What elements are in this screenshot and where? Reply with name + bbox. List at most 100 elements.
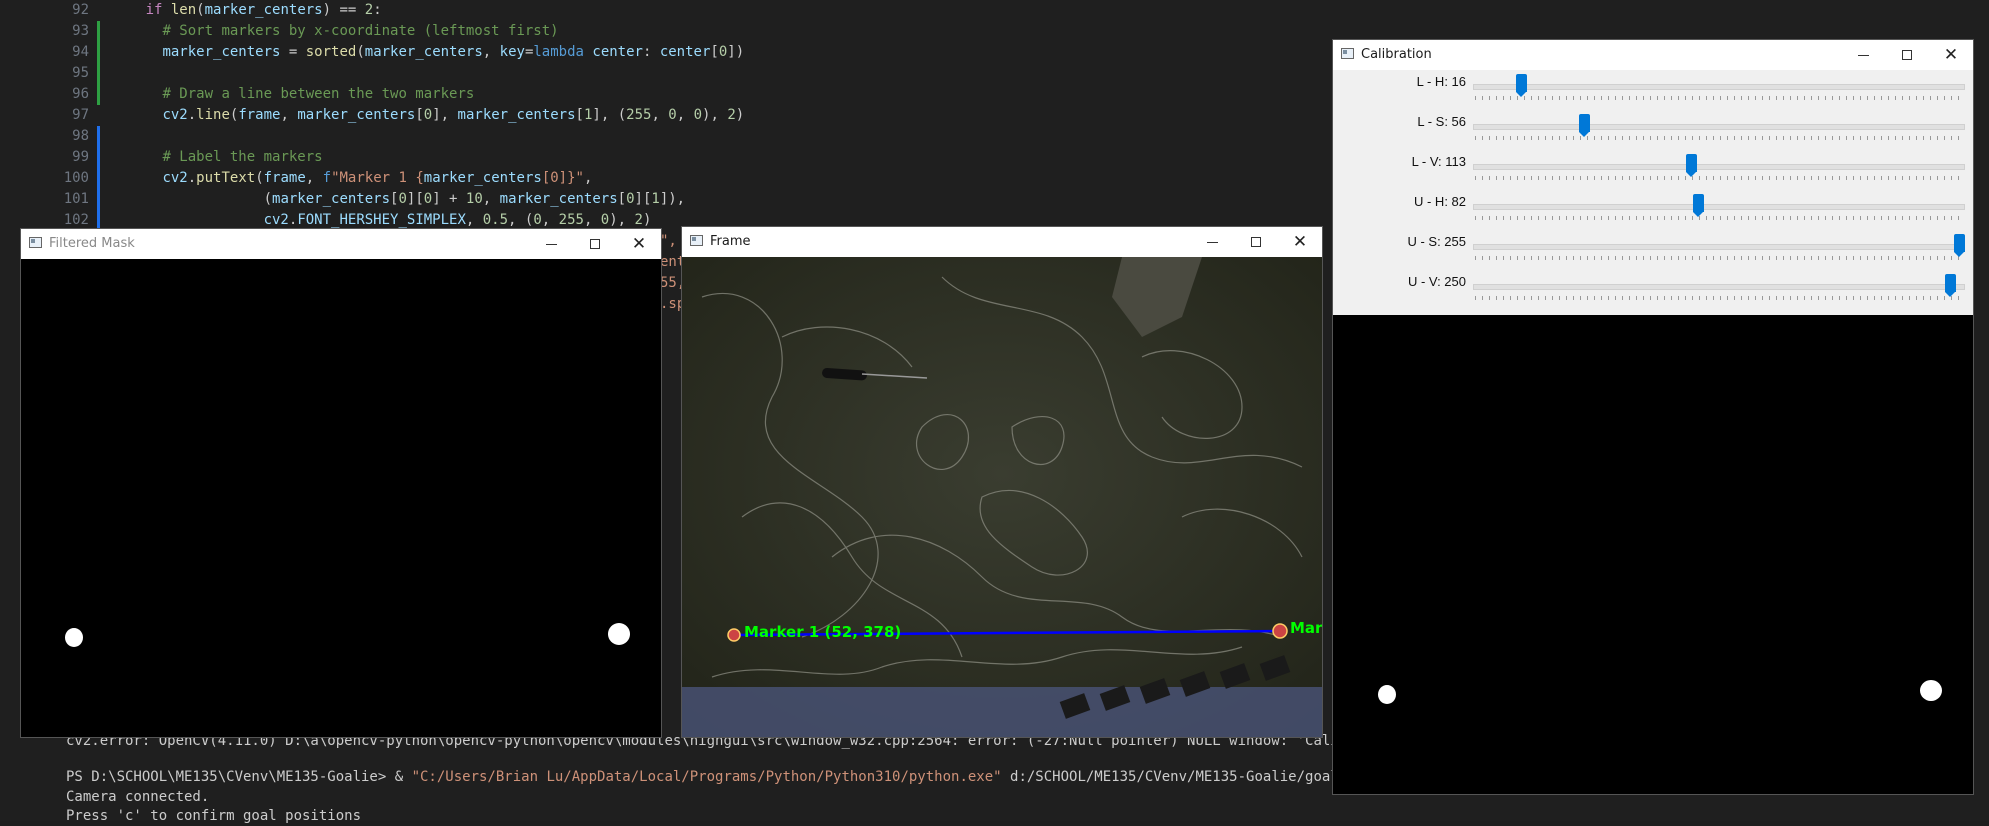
mask-image xyxy=(21,259,661,737)
keyboard-edge xyxy=(682,687,1322,737)
code-token: frame xyxy=(238,107,281,123)
code-lines[interactable]: if len(marker_centers) == 2: # Sort mark… xyxy=(95,0,745,231)
code-line[interactable] xyxy=(95,126,744,147)
trackbar-thumb[interactable] xyxy=(1686,154,1697,177)
code-token: : xyxy=(373,2,382,18)
code-token: marker_centers xyxy=(162,44,281,60)
code-token: ]), xyxy=(659,191,686,207)
code-line[interactable]: cv2.line(frame, marker_centers[0], marke… xyxy=(95,105,744,126)
code-token: , xyxy=(541,212,559,228)
code-token: 10 xyxy=(465,191,483,207)
trackbar-track[interactable] xyxy=(1473,124,1965,130)
code-token: , xyxy=(583,170,593,186)
code-token: marker_centers xyxy=(499,191,618,207)
code-token: ), xyxy=(702,107,728,123)
code-line[interactable]: # Sort markers by x-coordinate (leftmost… xyxy=(95,21,744,42)
marker-2-dot xyxy=(1272,623,1288,639)
line-number: 99 xyxy=(72,149,89,165)
trackbar-label: L - V: 113 xyxy=(1411,154,1466,169)
trackbar-ticks xyxy=(1475,256,1963,260)
trackbar-row: U - S: 255 xyxy=(1333,232,1973,272)
trackbar-thumb[interactable] xyxy=(1954,234,1965,257)
minimize-icon[interactable] xyxy=(1841,40,1885,70)
close-icon[interactable]: ✕ xyxy=(1278,227,1322,257)
trackbar-ticks xyxy=(1475,136,1963,140)
mask-blob-right xyxy=(608,623,630,645)
code-token: 1 xyxy=(651,191,660,207)
trackbar-ticks xyxy=(1475,176,1963,180)
code-line[interactable]: # Draw a line between the two markers xyxy=(95,84,744,105)
trackbar-thumb[interactable] xyxy=(1579,114,1590,137)
minimize-icon[interactable] xyxy=(1190,227,1234,257)
trackbar-track[interactable] xyxy=(1473,284,1965,290)
trackbar-row: L - V: 113 xyxy=(1333,152,1973,192)
calibration-window[interactable]: Calibration ✕ L - H: 16 L - S: 56 L - V: 1… xyxy=(1332,39,1974,795)
minimize-icon[interactable] xyxy=(529,229,573,259)
close-icon[interactable]: ✕ xyxy=(617,229,661,259)
code-token: marker_centers xyxy=(457,107,576,123)
terminal-panel[interactable]: cv2.error: OpenCV(4.11.0) D:\a\opencv-py… xyxy=(66,730,1398,826)
close-icon[interactable]: ✕ xyxy=(1929,40,1973,70)
trackbar-label: L - H: 16 xyxy=(1416,74,1466,89)
trackbar-label: U - H: 82 xyxy=(1413,194,1466,209)
code-token: 2 xyxy=(634,212,643,228)
code-token: ], ( xyxy=(592,107,627,123)
marker-2-label: Marker xyxy=(1290,619,1322,637)
trackbar-track[interactable] xyxy=(1473,244,1965,250)
terminal-script-path: d:/SCHOOL/ME135/CVenv/ME135-Goalie/goali… xyxy=(1001,769,1381,785)
line-number: 92 xyxy=(72,2,89,18)
window-title: Frame xyxy=(710,234,751,249)
line-number: 95 xyxy=(72,65,89,81)
line-number: 98 xyxy=(72,128,89,144)
line-number-gutter: 92 93 94 95 96 97 98 99 100 101 102 xyxy=(0,0,95,231)
code-token: , ( xyxy=(508,212,534,228)
filtered-mask-window[interactable]: Filtered Mask ✕ xyxy=(20,228,662,738)
trackbar-thumb[interactable] xyxy=(1945,274,1956,297)
maximize-icon[interactable] xyxy=(1885,40,1929,70)
title-bar[interactable]: Calibration ✕ xyxy=(1333,40,1973,70)
code-line[interactable] xyxy=(95,63,744,84)
code-token: ]) xyxy=(727,44,745,60)
title-bar[interactable]: Filtered Mask ✕ xyxy=(21,229,661,259)
code-line[interactable]: (marker_centers[0][0] + 10, marker_cente… xyxy=(95,189,744,210)
trackbar-label: U - V: 250 xyxy=(1407,274,1466,289)
maximize-icon[interactable] xyxy=(573,229,617,259)
code-token: f xyxy=(322,170,332,186)
code-token: [ xyxy=(575,107,584,123)
code-token: ] + xyxy=(432,191,466,207)
trackbar-label: L - S: 56 xyxy=(1417,114,1466,129)
window-app-icon xyxy=(29,237,42,248)
trackbar-thumb[interactable] xyxy=(1516,74,1527,97)
code-token: [0]}" xyxy=(541,170,584,186)
code-token: = xyxy=(280,44,306,60)
code-token: 2 xyxy=(727,107,736,123)
code-token: 2 xyxy=(364,2,374,18)
code-line[interactable]: cv2.putText(frame, f"Marker 1 {marker_ce… xyxy=(95,168,744,189)
code-token: 0 xyxy=(626,191,635,207)
code-token: ][ xyxy=(406,191,424,207)
trackbar-track[interactable] xyxy=(1473,84,1965,90)
window-app-icon xyxy=(690,235,703,246)
trackbar-thumb[interactable] xyxy=(1693,194,1704,217)
trackbar-label: U - S: 255 xyxy=(1407,234,1466,249)
title-bar[interactable]: Frame ✕ xyxy=(682,227,1322,257)
code-line[interactable]: marker_centers = sorted(marker_centers, … xyxy=(95,42,744,63)
code-line[interactable]: if len(marker_centers) == 2: xyxy=(95,0,744,21)
code-line[interactable]: # Label the markers xyxy=(95,147,744,168)
code-token: marker_centers xyxy=(272,191,391,207)
trackbar-row: U - H: 82 xyxy=(1333,192,1973,232)
trackbar-track[interactable] xyxy=(1473,204,1965,210)
trackbar-panel: L - H: 16 L - S: 56 L - V: 113 U - H: 82 U -… xyxy=(1333,70,1973,315)
code-token: cv2 xyxy=(263,212,289,228)
frame-window[interactable]: Frame ✕ Marker 1 (52, 378) Mar xyxy=(681,226,1323,738)
code-token: ( xyxy=(255,170,264,186)
code-token: ( xyxy=(263,191,273,207)
trackbar-track[interactable] xyxy=(1473,164,1965,170)
code-token: , xyxy=(482,191,500,207)
window-title: Calibration xyxy=(1361,47,1432,62)
code-token: # Sort markers by x-coordinate (leftmost… xyxy=(162,23,559,39)
trackbar-row: U - V: 250 xyxy=(1333,272,1973,312)
calibration-content: L - H: 16 L - S: 56 L - V: 113 U - H: 82 U -… xyxy=(1333,70,1973,794)
maximize-icon[interactable] xyxy=(1234,227,1278,257)
code-token: ( xyxy=(356,44,365,60)
